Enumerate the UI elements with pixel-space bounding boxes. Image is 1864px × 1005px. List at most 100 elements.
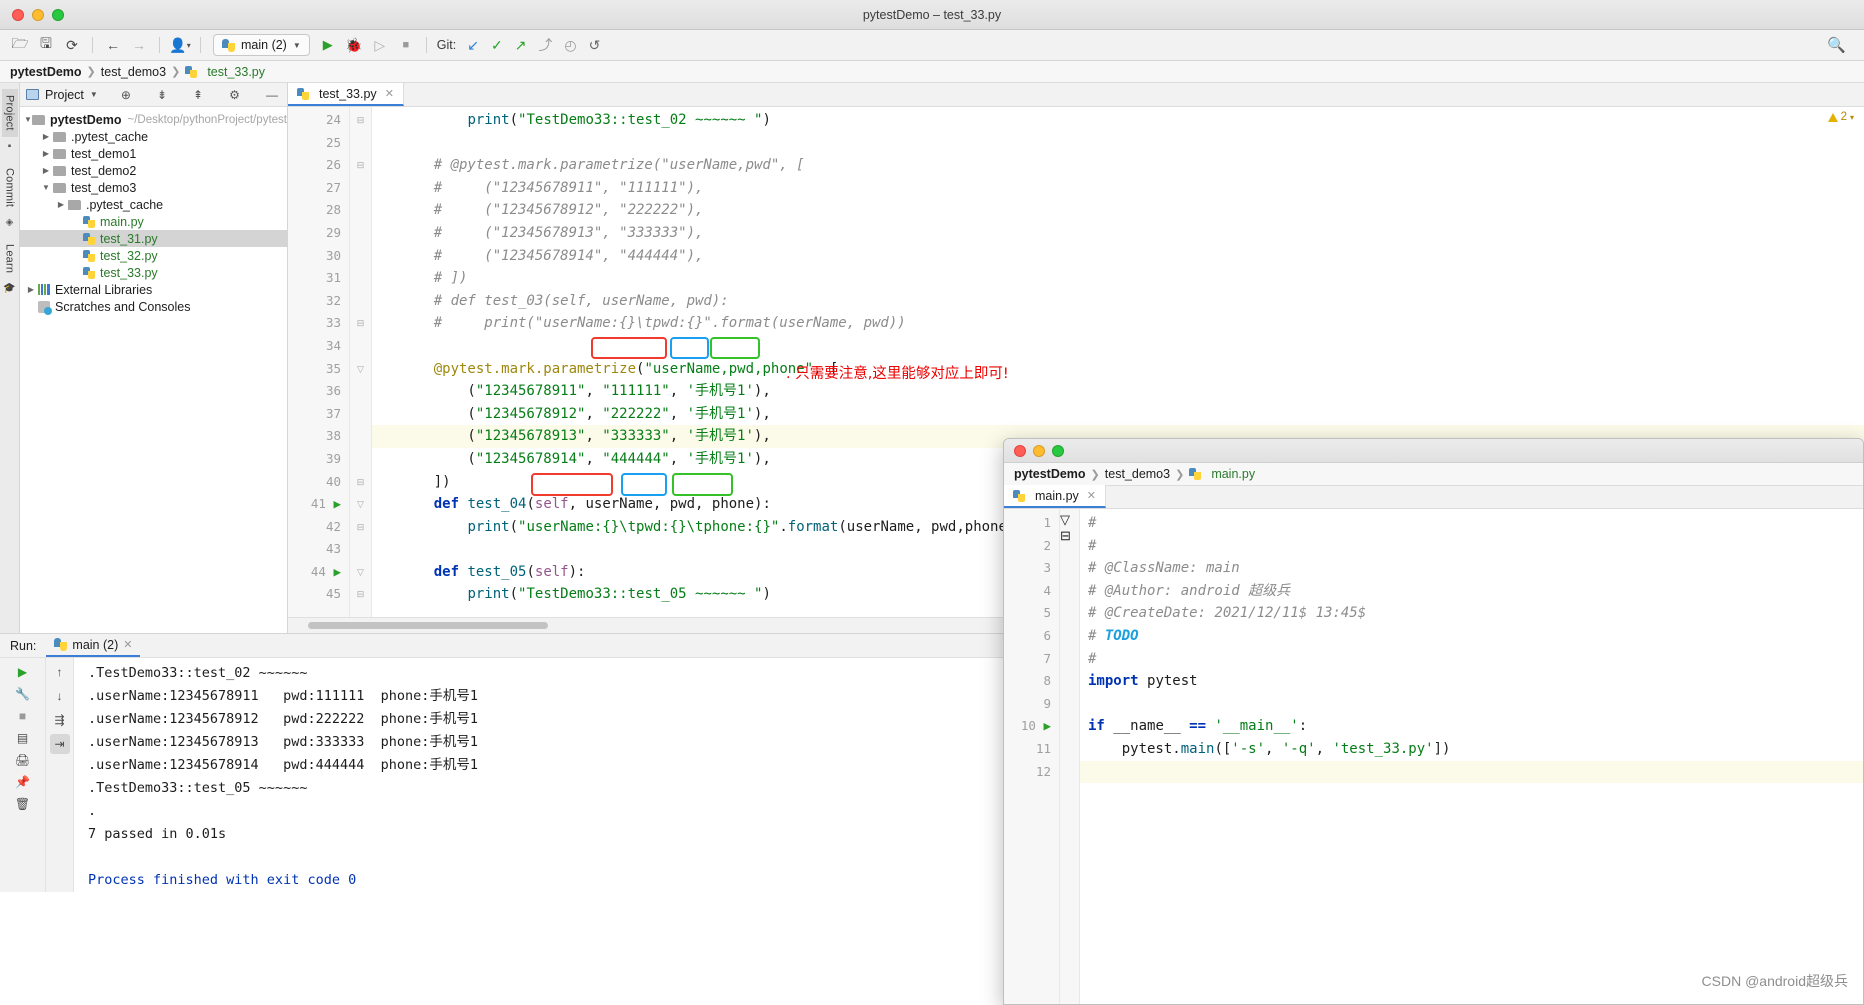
traffic-lights[interactable] xyxy=(0,8,64,21)
code-line[interactable]: # ("12345678913", "333333"), xyxy=(372,222,1864,245)
fold-marker-icon[interactable]: ⊟ xyxy=(1060,528,1079,544)
chevron-right-icon[interactable]: ▶ xyxy=(24,285,38,294)
run-coverage-button[interactable]: ▷ xyxy=(368,34,392,56)
breadcrumb-file[interactable]: main.py xyxy=(1211,467,1255,481)
code-line[interactable]: import pytest xyxy=(1080,670,1863,693)
code-line[interactable]: # def test_03(self, userName, pwd): xyxy=(372,290,1864,313)
minimize-window-button[interactable] xyxy=(32,8,44,21)
fold-marker-icon[interactable]: ⊟ xyxy=(350,312,371,335)
run-tab-main[interactable]: main (2) ✕ xyxy=(46,634,141,657)
close-tab-icon[interactable]: ✕ xyxy=(1087,489,1096,502)
open-folder-icon[interactable]: 🗁 xyxy=(8,34,32,56)
inspection-warning-badge[interactable]: 2 ▾ xyxy=(1827,111,1854,123)
tree-item-test-demo1[interactable]: ▶ test_demo1 xyxy=(20,145,287,162)
settings-gear-icon[interactable]: ⚙ xyxy=(226,88,243,102)
chevron-down-icon[interactable]: ▼ xyxy=(39,183,53,192)
code-line[interactable]: # ("12345678914", "444444"), xyxy=(372,245,1864,268)
code-line[interactable] xyxy=(372,335,1864,358)
undo-icon[interactable]: ↺ xyxy=(584,37,606,54)
floating-traffic-lights[interactable] xyxy=(1004,444,1064,457)
chevron-right-icon[interactable]: ▶ xyxy=(54,200,68,209)
breadcrumb-project[interactable]: pytestDemo xyxy=(1014,467,1086,481)
breadcrumb-file[interactable]: test_33.py xyxy=(207,65,265,79)
code-line[interactable]: # xyxy=(1080,512,1863,535)
rerun-icon[interactable]: ▶ xyxy=(13,662,33,682)
breadcrumb-folder[interactable]: test_demo3 xyxy=(1105,467,1170,481)
code-line[interactable] xyxy=(1080,760,1863,784)
fold-marker-icon[interactable]: ▽ xyxy=(350,493,371,516)
search-everywhere-icon[interactable]: 🔍 xyxy=(1827,36,1856,54)
fold-marker-icon[interactable]: ⊟ xyxy=(350,109,371,132)
hide-panel-icon[interactable]: — xyxy=(263,88,281,102)
chevron-down-icon[interactable]: ▼ xyxy=(90,90,98,99)
tree-item-test-32-py[interactable]: test_32.py xyxy=(20,247,287,264)
code-folding-gutter[interactable]: ▽ ⊟ xyxy=(1060,509,1080,1004)
zoom-window-button[interactable] xyxy=(1052,444,1064,457)
code-line[interactable]: # ]) xyxy=(372,267,1864,290)
breadcrumb-project[interactable]: pytestDemo xyxy=(10,65,82,79)
tree-item-scratches-and-consoles[interactable]: Scratches and Consoles xyxy=(20,298,287,315)
git-rollback-icon[interactable]: ⤴ xyxy=(533,35,557,55)
fold-marker-icon[interactable]: ⊟ xyxy=(350,471,371,494)
git-update-icon[interactable]: ↙ xyxy=(462,37,484,54)
scroll-down-icon[interactable]: ↓ xyxy=(50,686,70,706)
tree-item-test-31-py[interactable]: test_31.py xyxy=(20,230,287,247)
sidebar-item-learn[interactable]: Learn xyxy=(2,238,18,279)
code-line[interactable] xyxy=(1080,693,1863,716)
code-line[interactable]: # @ClassName: main xyxy=(1080,557,1863,580)
stop-button[interactable]: ■ xyxy=(394,34,418,56)
code-line[interactable]: if __name__ == '__main__': xyxy=(1080,715,1863,738)
code-line[interactable]: # TODO xyxy=(1080,625,1863,648)
scroll-to-end-icon[interactable]: ⇥ xyxy=(49,734,70,754)
tree-item-test-demo2[interactable]: ▶ test_demo2 xyxy=(20,162,287,179)
floating-code-view[interactable]: 1 2 3 4 5 6 7 8 9 10 ▶ 11 12 ▽ ⊟ # # # @ClassName: mai… xyxy=(1004,509,1863,1004)
save-icon[interactable]: 🖫 xyxy=(34,34,58,56)
close-window-button[interactable] xyxy=(12,8,24,21)
code-line[interactable]: # xyxy=(1080,648,1863,671)
code-line[interactable] xyxy=(372,132,1864,155)
chevron-right-icon[interactable]: ▶ xyxy=(39,166,53,175)
settings-wrench-icon[interactable]: 🔧 xyxy=(13,684,33,704)
fold-marker-icon[interactable]: ▽ xyxy=(350,358,371,381)
forward-arrow-icon[interactable]: → xyxy=(127,34,151,56)
chevron-right-icon[interactable]: ▶ xyxy=(39,132,53,141)
fold-marker-icon[interactable]: ⊟ xyxy=(350,583,371,606)
close-window-button[interactable] xyxy=(1014,444,1026,457)
code-line[interactable]: pytest.main(['-s', '-q', 'test_33.py']) xyxy=(1080,738,1863,761)
code-line[interactable]: # @CreateDate: 2021/12/11$ 13:45$ xyxy=(1080,602,1863,625)
code-line[interactable]: ("12345678912", "222222", '手机号1'), xyxy=(372,403,1864,426)
git-commit-icon[interactable]: ✓ xyxy=(486,37,508,54)
tree-item-pytestdemo[interactable]: ▼ pytestDemo ~/Desktop/pythonProject/pytes… xyxy=(20,111,287,128)
minimize-window-button[interactable] xyxy=(1033,444,1045,457)
stop-icon[interactable]: ■ xyxy=(13,706,33,726)
breadcrumb-folder[interactable]: test_demo3 xyxy=(101,65,166,79)
run-button[interactable]: ▶ xyxy=(316,34,340,56)
code-line[interactable]: # print("userName:{}\tpwd:{}".format(use… xyxy=(372,312,1864,335)
fold-marker-icon[interactable]: ▽ xyxy=(1060,512,1079,528)
expand-all-icon[interactable]: ⇟ xyxy=(154,88,170,102)
code-folding-gutter[interactable]: ⊟ ⊟ ⊟ ▽ ⊟ ▽ ⊟ ▽ ⊟ xyxy=(350,107,372,617)
soft-wrap-icon[interactable]: ⇶ xyxy=(50,710,70,730)
pin-icon[interactable]: 📌 xyxy=(13,772,33,792)
sync-icon[interactable]: ⟳ xyxy=(60,34,84,56)
tab-main[interactable]: main.py ✕ xyxy=(1004,485,1106,508)
avatar-icon[interactable]: 👤 ▾ xyxy=(168,34,192,56)
locate-file-icon[interactable]: ⊕ xyxy=(118,88,134,102)
fold-marker-icon[interactable]: ⊟ xyxy=(350,516,371,539)
scroll-up-icon[interactable]: ↑ xyxy=(50,662,70,682)
git-history-icon[interactable]: ◴ xyxy=(559,37,581,54)
tree-item-test-33-py[interactable]: test_33.py xyxy=(20,264,287,281)
sidebar-item-commit[interactable]: Commit xyxy=(2,162,18,213)
horizontal-scrollbar[interactable] xyxy=(308,622,548,629)
code-line[interactable]: ("12345678911", "111111", '手机号1'), xyxy=(372,380,1864,403)
print-grid-icon[interactable]: ▤ xyxy=(13,728,33,748)
sidebar-item-project[interactable]: Project xyxy=(1,89,18,137)
floating-editor-window[interactable]: pytestDemo ❯ test_demo3 ❯ main.py main.p… xyxy=(1003,438,1864,1005)
code-line[interactable]: # @Author: android 超级兵 xyxy=(1080,580,1863,603)
code-content[interactable]: # # # @ClassName: main # @Author: android 超… xyxy=(1080,509,1863,1004)
debug-button[interactable]: 🐞 xyxy=(342,34,366,56)
code-line[interactable]: # xyxy=(1080,535,1863,558)
code-line[interactable]: print("TestDemo33::test_02 ~~~~~~ ") xyxy=(372,109,1864,132)
tree-item-external-libraries[interactable]: ▶ External Libraries xyxy=(20,281,287,298)
tree-item-main-py[interactable]: main.py xyxy=(20,213,287,230)
